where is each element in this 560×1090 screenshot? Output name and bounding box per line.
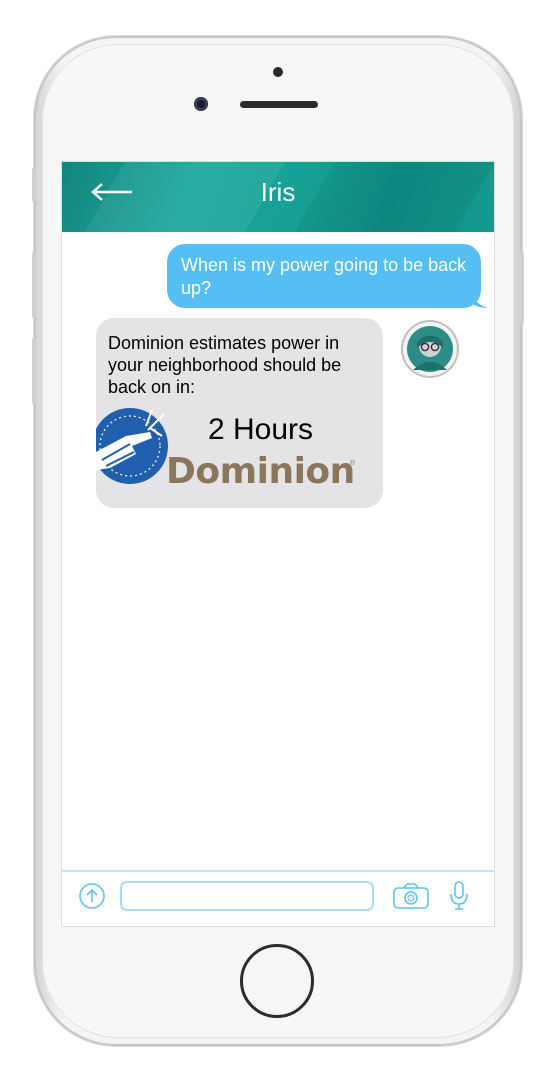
bubble-tail (470, 290, 488, 308)
bot-message-bubble: Dominion estimates power in your neighbo… (96, 318, 383, 508)
earpiece-speaker (240, 101, 318, 108)
camera-icon[interactable] (392, 882, 430, 910)
chat-screen: Iris When is my power going to be back u… (62, 162, 494, 926)
microphone-icon[interactable] (448, 880, 470, 912)
proximity-sensor (273, 67, 283, 77)
message-input[interactable] (120, 881, 374, 911)
dominion-logo-text: Dominion (166, 451, 355, 492)
side-button-volume-down (32, 338, 36, 404)
user-message-bubble: When is my power going to be back up? (167, 244, 481, 308)
chat-title: Iris (260, 177, 296, 207)
home-button[interactable] (240, 944, 314, 1018)
user-message-text: When is my power going to be back up? (181, 255, 467, 298)
registered-mark: ® (350, 460, 356, 467)
side-button-volume-up (32, 252, 36, 318)
chat-header: Iris (62, 162, 494, 232)
assistant-avatar-icon (403, 322, 457, 376)
side-button-power (520, 252, 524, 324)
side-button-mute (32, 168, 36, 202)
upload-arrow-icon[interactable] (78, 882, 106, 910)
front-camera (194, 97, 208, 111)
dominion-logo-icon (96, 408, 168, 484)
estimated-time-value: 2 Hours (208, 413, 314, 446)
bot-message-text: Dominion estimates power in your neighbo… (108, 333, 342, 397)
message-input-bar (62, 870, 494, 926)
